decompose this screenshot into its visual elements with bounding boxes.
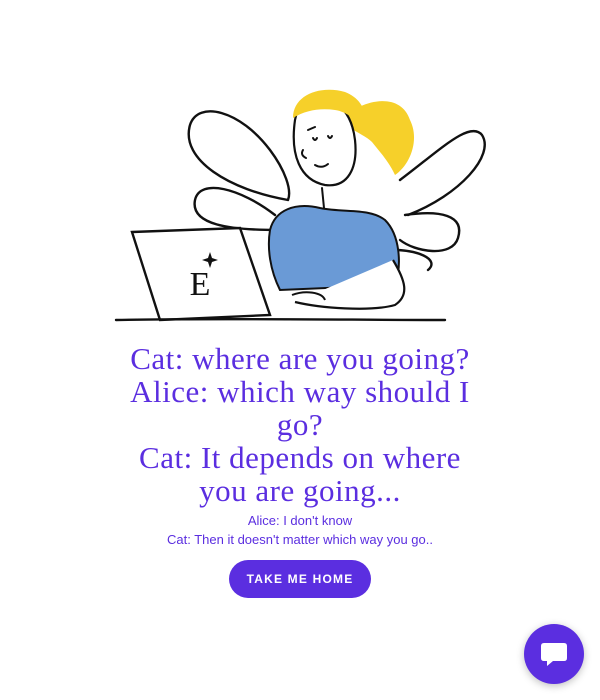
heading-line: you are going... — [199, 473, 401, 508]
dialog-line-cat: Cat: Then it doesn't matter which way yo… — [167, 532, 433, 547]
dialog-text: Alice: I don't know Cat: Then it doesn't… — [100, 511, 500, 549]
heading-line: Cat: It depends on where — [139, 440, 461, 475]
right-lower-wing — [398, 212, 461, 253]
chat-launcher-button[interactable] — [524, 624, 584, 684]
left-wing — [187, 110, 291, 202]
chat-bubble-icon — [541, 643, 567, 666]
take-me-home-button[interactable]: TAKE ME HOME — [229, 560, 371, 598]
heading-line: Alice: which way should I — [130, 374, 470, 409]
heading: Cat: where are you going? Alice: which w… — [120, 342, 480, 507]
heading-line: Cat: where are you going? — [130, 341, 470, 376]
neck — [321, 187, 325, 209]
table-line — [114, 317, 447, 322]
laptop-logo: E — [190, 266, 211, 303]
girl-with-laptop-illustration: E — [114, 89, 486, 322]
dialog-line-alice: Alice: I don't know — [247, 513, 353, 528]
heading-line: go? — [276, 407, 324, 442]
